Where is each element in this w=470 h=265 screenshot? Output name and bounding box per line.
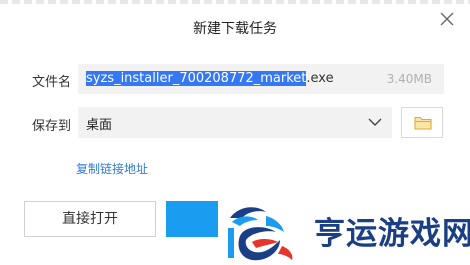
open-directly-button[interactable]: 直接打开 (24, 201, 156, 237)
save-location-label: 保存到 (32, 119, 72, 134)
close-icon (440, 12, 454, 26)
top-edge-strip (0, 0, 470, 4)
dragon-logo-icon (228, 207, 293, 261)
copy-link-address[interactable]: 复制链接地址 (76, 160, 148, 177)
download-button[interactable] (166, 201, 218, 237)
file-size: 3.40MB (386, 72, 432, 86)
filename-field[interactable]: syzs_installer_700208772_market.exe 3.40… (78, 64, 444, 94)
new-download-dialog: 新建下载任务 文件名 syzs_installer_700208772_mark… (0, 0, 470, 265)
watermark-text: 亨运游戏网 (314, 216, 470, 252)
folder-icon (414, 116, 432, 130)
dialog-title: 新建下载任务 (193, 21, 277, 37)
chevron-down-icon (368, 118, 382, 126)
save-location-value: 桌面 (86, 118, 113, 133)
browse-folder-button[interactable] (401, 107, 443, 138)
filename-text[interactable]: syzs_installer_700208772_market.exe (86, 71, 334, 86)
filename-extension: .exe (306, 71, 334, 86)
close-button[interactable] (438, 10, 456, 28)
watermark-logo: 亨运游戏网 (222, 196, 470, 265)
filename-label: 文件名 (32, 75, 72, 90)
filename-selected-text: syzs_installer_700208772_market (86, 71, 307, 86)
save-location-select[interactable]: 桌面 (78, 107, 392, 138)
